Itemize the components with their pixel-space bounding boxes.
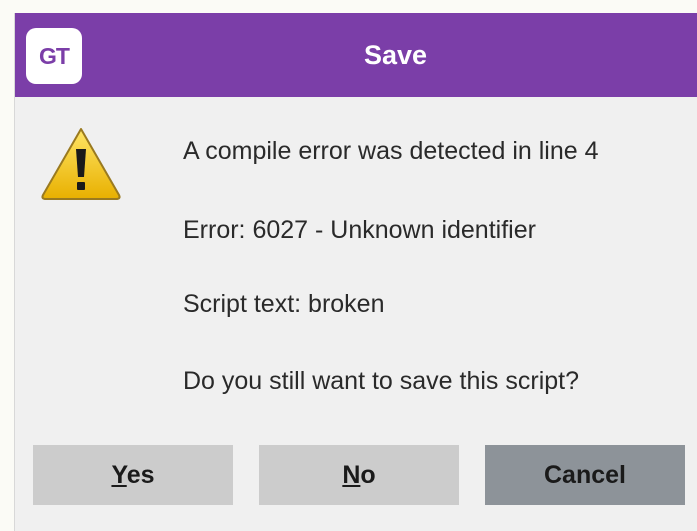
error-code-message: Error: 6027 - Unknown identifier	[183, 216, 536, 244]
dialog-title: Save	[363, 40, 428, 70]
yes-accelerator: Y	[111, 461, 127, 489]
script-text-message: Script text: broken	[183, 290, 385, 318]
error-line-message: A compile error was detected in line 4	[183, 137, 599, 165]
no-button[interactable]: No	[259, 445, 459, 505]
confirm-question: Do you still want to save this script?	[183, 367, 579, 395]
no-label: o	[360, 461, 376, 489]
yes-label: es	[126, 461, 155, 489]
cancel-button[interactable]: Cancel	[485, 445, 685, 505]
yes-button[interactable]: Yes	[33, 445, 233, 505]
save-dialog: GT Save A compile error was detected in …	[14, 13, 697, 531]
title-bar: GT Save	[15, 13, 697, 97]
warning-icon	[41, 128, 121, 200]
no-accelerator: N	[342, 461, 361, 489]
